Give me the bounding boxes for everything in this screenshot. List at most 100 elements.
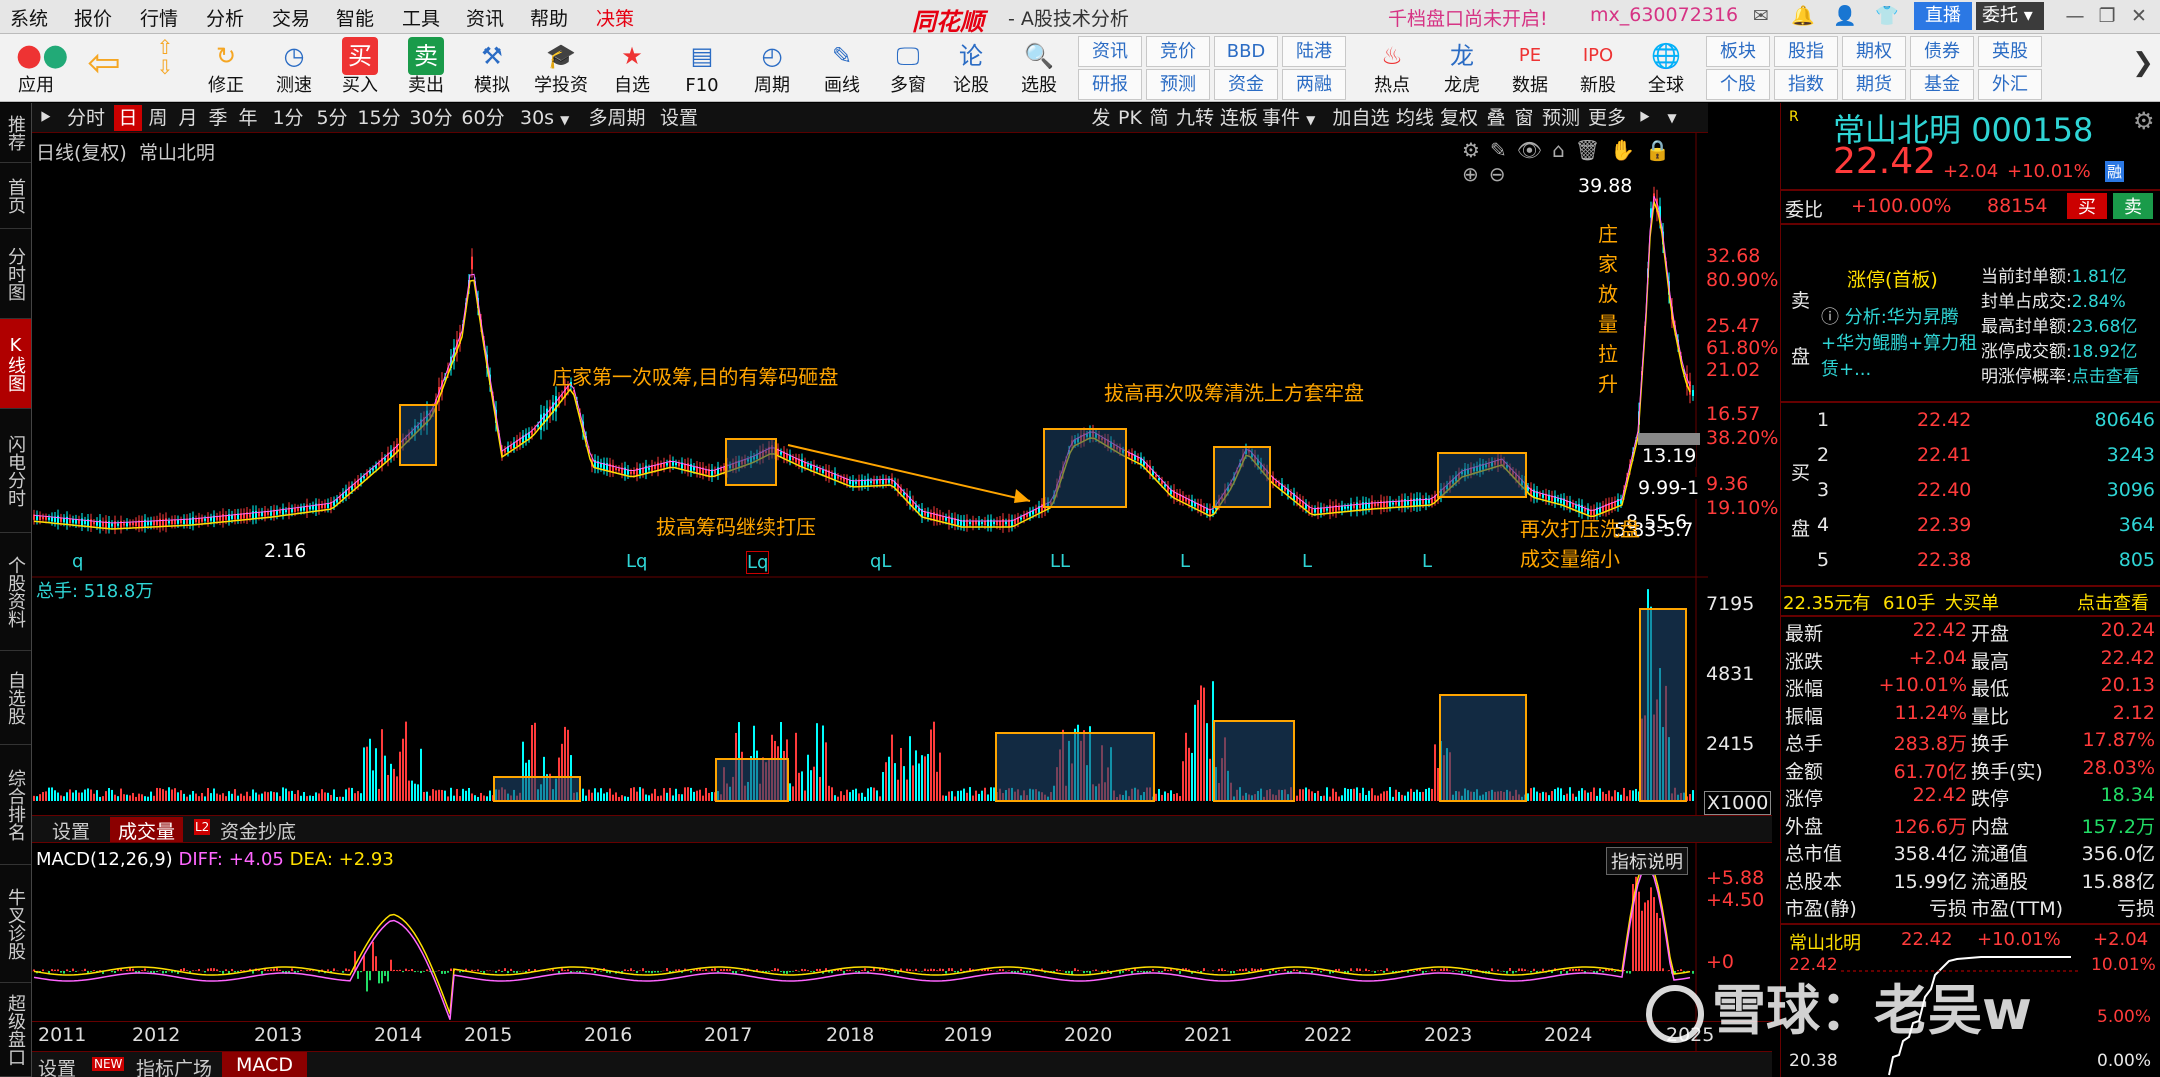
tab-diagnosis[interactable]: 牛叉诊股 — [0, 865, 31, 983]
tool-pk[interactable]: PK — [1116, 105, 1144, 131]
learn-button[interactable]: 🎓 学投资 — [528, 34, 594, 102]
tab-stock-info[interactable]: 个股资料 — [0, 533, 31, 651]
period-button[interactable]: ◴ 周期 — [740, 34, 804, 102]
tool-nine-turn[interactable]: 九转 — [1174, 105, 1216, 131]
bid-row[interactable]: 1 22.42 80646 — [1813, 409, 2159, 444]
bonds-tab[interactable]: 债券 — [1910, 36, 1974, 67]
stock-pick-button[interactable]: 🔍 选股 — [1006, 34, 1072, 102]
uk-stocks-tab[interactable]: 英股 — [1978, 36, 2042, 67]
back-button[interactable]: ⇦ — [74, 34, 134, 102]
eye-icon[interactable]: 👁 — [1517, 138, 1552, 162]
sector-tab[interactable]: 板块 — [1706, 36, 1770, 67]
event-marker[interactable]: L — [1302, 551, 1312, 572]
menu-market[interactable]: 行情 — [140, 4, 178, 31]
options-tab[interactable]: 期权 — [1842, 36, 1906, 67]
settings-icon[interactable]: ⚙ — [1462, 138, 1490, 162]
funds-market-tab[interactable]: 基金 — [1910, 69, 1974, 100]
dragon-tiger-button[interactable]: 龙龙虎 — [1430, 34, 1494, 102]
ipo-button[interactable]: IPO 新股 — [1566, 34, 1630, 102]
bottom-tab-macd[interactable]: MACD — [222, 1052, 307, 1077]
event-marker[interactable]: qL — [870, 551, 891, 572]
simulate-button[interactable]: ⚒ 模拟 — [462, 34, 522, 102]
restore-icon[interactable]: ❐ — [2094, 3, 2120, 29]
menu-help[interactable]: 帮助 — [530, 4, 568, 31]
menu-news[interactable]: 资讯 — [466, 4, 504, 31]
period-settings[interactable]: 设置 — [654, 105, 704, 131]
event-marker[interactable]: L — [1180, 551, 1190, 572]
futures-tab[interactable]: 期货 — [1842, 69, 1906, 100]
stat-row[interactable]: 明涨停概率:点击查看 — [1981, 365, 2160, 390]
draw-button[interactable]: ✎ 画线 — [810, 34, 874, 102]
minimize-icon[interactable]: — — [2062, 3, 2088, 29]
tool-window[interactable]: 窗 — [1512, 105, 1536, 131]
bottom-tab-settings[interactable]: 设置 — [38, 1054, 76, 1077]
period-1m[interactable]: 1分 — [268, 105, 308, 131]
hot-button[interactable]: ♨ 热点 — [1360, 34, 1424, 102]
index-futures-tab[interactable]: 股指 — [1774, 36, 1838, 67]
event-marker[interactable]: q — [72, 551, 83, 572]
menu-quote[interactable]: 报价 — [74, 4, 112, 31]
multi-period[interactable]: 多周期 — [584, 105, 650, 131]
shop-icon[interactable]: ⌂ — [1552, 138, 1575, 162]
gear-icon[interactable]: ⚙ — [2133, 107, 2155, 135]
big-order-strip[interactable]: 22.35元有 610手 大买单 点击查看 — [1781, 589, 2160, 615]
tool-send[interactable]: 发 — [1088, 105, 1114, 131]
tab-kline[interactable]: K线图 — [0, 319, 31, 409]
stock-tab[interactable]: 个股 — [1706, 69, 1770, 100]
trash-icon[interactable]: 🗑 — [1575, 138, 1610, 162]
quick-buy-button[interactable]: 买 — [2067, 193, 2107, 219]
bid-row[interactable]: 5 22.38 805 — [1813, 549, 2159, 584]
zoom-in-icon[interactable]: ⊕ — [1462, 162, 1489, 186]
index-tab[interactable]: 指数 — [1774, 69, 1838, 100]
tool-dropdown-icon[interactable]: ▼ — [1660, 105, 1684, 131]
event-marker[interactable]: Lq — [626, 551, 647, 572]
event-marker[interactable]: LL — [1050, 551, 1070, 572]
period-timeshare[interactable]: 分时 — [60, 105, 112, 131]
menu-system[interactable]: 系统 — [10, 4, 48, 31]
multi-window-button[interactable]: 🖵 多窗 — [876, 34, 940, 102]
funds-tab[interactable]: 资金 — [1214, 69, 1278, 100]
tab-super-book[interactable]: 超级盘口 — [0, 983, 31, 1077]
period-month[interactable]: 月 — [174, 105, 202, 131]
sub-tab-settings[interactable]: 设置 — [52, 817, 90, 844]
tool-overlay[interactable]: 叠 — [1484, 105, 1508, 131]
bbd-tab[interactable]: BBD — [1214, 36, 1278, 67]
tool-predict[interactable]: 预测 — [1540, 105, 1582, 131]
period-30m[interactable]: 30分 — [406, 105, 456, 131]
period-week[interactable]: 周 — [144, 105, 172, 131]
bid-row[interactable]: 3 22.40 3096 — [1813, 479, 2159, 514]
event-marker[interactable]: Lq — [746, 551, 770, 574]
global-button[interactable]: 🌐 全球 — [1634, 34, 1698, 102]
app-button[interactable]: ●● 应用 — [4, 34, 68, 102]
period-year[interactable]: 年 — [234, 105, 262, 131]
forex-tab[interactable]: 外汇 — [1978, 69, 2042, 100]
auction-tab[interactable]: 竞价 — [1146, 36, 1210, 67]
close-icon[interactable]: ✕ — [2126, 3, 2152, 29]
tool-limit-up-board[interactable]: 连板 — [1218, 105, 1260, 131]
kline-canvas[interactable] — [32, 133, 1708, 1077]
watchlist-button[interactable]: ★ 自选 — [600, 34, 664, 102]
tab-timeshare[interactable]: 分时图 — [0, 229, 31, 319]
period-day[interactable]: 日 — [114, 105, 142, 131]
tab-ranking[interactable]: 综合排名 — [0, 745, 31, 865]
margin-tab[interactable]: 两融 — [1282, 69, 1346, 100]
tab-watchlist[interactable]: 自选股 — [0, 651, 31, 745]
panel-toggle-icon[interactable]: ⯈ — [34, 105, 56, 131]
big-order-view[interactable]: 点击查看 — [2077, 589, 2149, 615]
limit-up-analysis[interactable]: ⓘ 分析:华为昇腾+华为鲲鹏+算力租赁+... — [1821, 305, 1981, 383]
buy-button[interactable]: 买买入 — [330, 34, 390, 102]
toolbar-expand-icon[interactable]: ❯ — [2128, 48, 2158, 88]
menu-tools[interactable]: 工具 — [402, 4, 440, 31]
bell-icon[interactable]: 🔔 — [1790, 3, 1816, 29]
bid-row[interactable]: 4 22.39 364 — [1813, 514, 2159, 549]
sub-tab-volume[interactable]: 成交量 — [110, 817, 184, 843]
speed-test-button[interactable]: ◷ 测速 — [264, 34, 324, 102]
kline-chart-area[interactable]: 日线(复权) 常山北明 ⚙✎👁⌂🗑✋🔒 ⊕⊖ 39.88 2.16 32.68 8… — [32, 133, 1778, 1077]
menu-decision[interactable]: 决策 — [596, 4, 634, 31]
zoom-out-icon[interactable]: ⊖ — [1489, 162, 1516, 186]
tool-ma[interactable]: 均线 — [1394, 105, 1436, 131]
bid-row[interactable]: 2 22.41 3243 — [1813, 444, 2159, 479]
news-tab[interactable]: 资讯 — [1078, 36, 1142, 67]
sub-tab-bottom-fishing[interactable]: 资金抄底 — [220, 817, 296, 844]
sell-button[interactable]: 卖卖出 — [396, 34, 456, 102]
